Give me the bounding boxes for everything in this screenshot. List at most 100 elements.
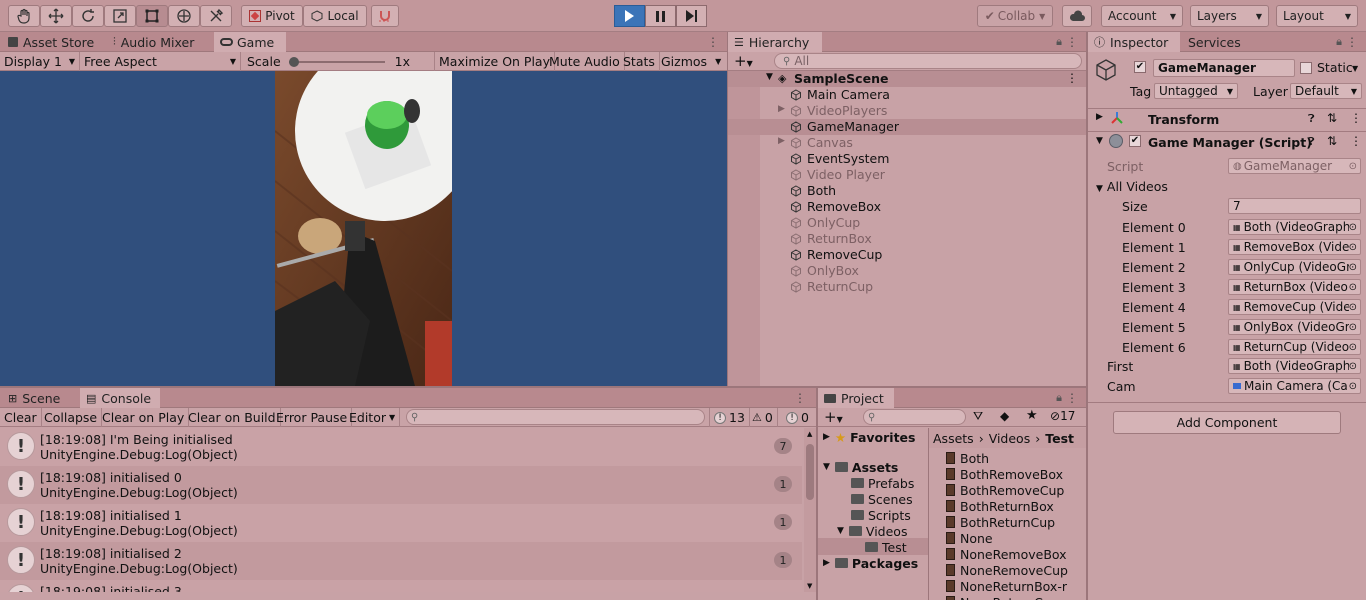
lock-icon[interactable]: 🔒︎ xyxy=(1056,391,1062,405)
folder-videos[interactable]: ▼ Videos xyxy=(837,523,907,539)
rect-tool-icon[interactable] xyxy=(136,5,168,27)
more-menu-icon[interactable]: ⋮ xyxy=(1066,71,1078,85)
script-component-header[interactable]: ▼ ✔ Game Manager (Script) ❓︎ ⇅ ⋮ xyxy=(1088,132,1366,153)
gizmos-dropdown[interactable]: Gizmos ▼ xyxy=(657,52,727,71)
project-file-item[interactable]: NoneReturnBox-r xyxy=(946,578,1067,594)
preset-icon[interactable]: ⇅ xyxy=(1327,111,1337,125)
element-field[interactable]: ▦ Both (VideoGraph ⊙ xyxy=(1228,219,1361,235)
breadcrumb-videos[interactable]: Videos xyxy=(989,431,1031,446)
layers-dropdown[interactable]: Layers ▼ xyxy=(1190,5,1269,27)
tab-console[interactable]: ▤ Console xyxy=(80,388,160,408)
more-menu-icon[interactable]: ⋮ xyxy=(1066,391,1078,405)
account-dropdown[interactable]: Account ▼ xyxy=(1101,5,1183,27)
add-component-button[interactable]: Add Component xyxy=(1113,411,1341,434)
error-pause-toggle[interactable]: Error Pause xyxy=(272,408,353,427)
clear-on-play-toggle[interactable]: Clear on Play xyxy=(98,408,190,427)
project-file-item[interactable]: NoneRemoveBox xyxy=(946,546,1067,562)
chevron-right-icon[interactable]: ▶ xyxy=(778,104,785,114)
project-file-item[interactable]: Both xyxy=(946,450,989,466)
scroll-down-icon[interactable]: ▼ xyxy=(807,582,812,590)
folder-test-selected[interactable]: Test xyxy=(818,538,928,555)
active-checkbox[interactable]: ✔ xyxy=(1134,61,1146,73)
tab-project[interactable]: Project xyxy=(818,388,894,408)
pause-button[interactable] xyxy=(645,5,676,27)
assets-item[interactable]: ▼ Assets xyxy=(823,459,898,475)
help-icon[interactable]: ❓︎ xyxy=(1308,112,1315,126)
editor-dropdown[interactable]: Editor ▼ xyxy=(345,408,401,427)
chevron-down-icon[interactable]: ▼ xyxy=(1352,64,1358,73)
object-picker-icon[interactable]: ⊙ xyxy=(1348,341,1357,353)
scale-tool-icon[interactable] xyxy=(104,5,136,27)
hierarchy-item[interactable]: RemoveBox xyxy=(728,199,1086,215)
help-icon[interactable]: ❓︎ xyxy=(1308,135,1315,149)
label-icon[interactable]: ◆ xyxy=(1000,409,1009,423)
hierarchy-item[interactable]: ▶ Canvas xyxy=(728,135,1086,151)
add-icon[interactable]: +▼ xyxy=(824,408,843,426)
transform-component-header[interactable]: ▶ Transform ❓︎ ⇅ ⋮ xyxy=(1088,109,1366,130)
collapse-toggle[interactable]: Collapse xyxy=(40,408,103,427)
gameobject-name-field[interactable]: GameManager xyxy=(1153,59,1295,77)
hierarchy-item[interactable]: Video Player xyxy=(728,167,1086,183)
element-field[interactable]: ▦ RemoveCup (Vide ⊙ xyxy=(1228,299,1361,315)
static-checkbox[interactable] xyxy=(1300,62,1312,74)
object-picker-icon[interactable]: ⊙ xyxy=(1348,261,1357,273)
more-menu-icon[interactable]: ⋮ xyxy=(1346,35,1358,49)
tab-game[interactable]: Game xyxy=(214,32,286,52)
tab-services[interactable]: Services xyxy=(1182,32,1247,52)
tab-asset-store[interactable]: Asset Store xyxy=(2,32,100,52)
chevron-right-icon[interactable]: ▶ xyxy=(778,136,785,146)
tag-dropdown[interactable]: Untagged ▼ xyxy=(1154,83,1238,99)
more-menu-icon[interactable]: ⋮ xyxy=(707,35,719,49)
game-view[interactable] xyxy=(0,71,727,386)
play-button[interactable] xyxy=(614,5,645,27)
lock-icon[interactable]: 🔒︎ xyxy=(1056,35,1062,49)
favorites-item[interactable]: ▶ ★ Favorites xyxy=(823,429,915,445)
object-picker-icon[interactable]: ⊙ xyxy=(1348,301,1357,313)
project-file-item[interactable]: None xyxy=(946,530,993,546)
element-field[interactable]: ▦ ReturnCup (Video ⊙ xyxy=(1228,339,1361,355)
object-picker-icon[interactable]: ⊙ xyxy=(1348,281,1357,293)
scale-slider[interactable] xyxy=(288,56,385,67)
object-picker-icon[interactable]: ⊙ xyxy=(1348,380,1357,392)
error-count-toggle[interactable]: ! 0 xyxy=(782,408,813,427)
local-button[interactable]: Local xyxy=(303,5,367,27)
warning-count-toggle[interactable]: ⚠ 0 xyxy=(748,408,778,427)
scroll-up-icon[interactable]: ▲ xyxy=(807,430,812,438)
size-field[interactable]: 7 xyxy=(1228,198,1361,214)
folder-scripts[interactable]: Scripts xyxy=(851,507,911,523)
hierarchy-item[interactable]: RemoveCup xyxy=(728,247,1086,263)
custom-tool-icon[interactable] xyxy=(200,5,232,27)
hidden-packages-toggle[interactable]: ⊘ 17 xyxy=(1050,409,1075,423)
console-log-entry[interactable]: ! [18:19:08] initialised 1 UnityEngine.Deb… xyxy=(0,504,802,542)
hierarchy-item[interactable]: ReturnBox xyxy=(728,231,1086,247)
cloud-icon[interactable] xyxy=(1062,5,1092,27)
hierarchy-item[interactable]: ReturnCup xyxy=(728,279,1086,295)
cam-field[interactable]: Main Camera (Ca ⊙ xyxy=(1228,378,1361,394)
object-picker-icon[interactable]: ⊙ xyxy=(1348,360,1357,372)
more-menu-icon[interactable]: ⋮ xyxy=(1066,35,1078,49)
element-field[interactable]: ▦ ReturnBox (Video ⊙ xyxy=(1228,279,1361,295)
hierarchy-item[interactable]: Both xyxy=(728,183,1086,199)
hierarchy-item[interactable]: GameManager xyxy=(728,119,1086,135)
element-field[interactable]: ▦ OnlyCup (VideoGr ⊙ xyxy=(1228,259,1361,275)
breadcrumb-assets[interactable]: Assets xyxy=(933,431,974,446)
collab-dropdown[interactable]: ✔ Collab ▼ xyxy=(977,5,1053,27)
project-file-item[interactable]: BothReturnCup xyxy=(946,514,1055,530)
object-picker-icon[interactable]: ⊙ xyxy=(1348,221,1357,233)
project-file-item[interactable]: BothRemoveCup xyxy=(946,482,1064,498)
log-count-toggle[interactable]: ! 13 xyxy=(709,408,750,427)
object-picker-icon[interactable]: ⊙ xyxy=(1349,161,1357,172)
console-log-entry[interactable]: ! [18:19:08] initialised 2 UnityEngine.Deb… xyxy=(0,542,802,580)
tab-inspector[interactable]: ⓘ Inspector xyxy=(1088,32,1180,52)
clear-on-build-toggle[interactable]: Clear on Build xyxy=(184,408,281,427)
snap-icon[interactable] xyxy=(371,5,399,27)
console-scrollbar[interactable]: ▲ ▼ xyxy=(804,428,816,592)
mute-audio-toggle[interactable]: Mute Audio xyxy=(545,52,625,71)
preset-icon[interactable]: ⇅ xyxy=(1327,134,1337,148)
project-file-item[interactable]: BothReturnBox xyxy=(946,498,1054,514)
project-file-item[interactable]: BothRemoveBox xyxy=(946,466,1063,482)
hierarchy-search-input[interactable]: ⚲ All xyxy=(774,53,1082,69)
all-videos-foldout[interactable]: ▼ All Videos xyxy=(1096,179,1168,194)
hierarchy-item[interactable]: OnlyBox xyxy=(728,263,1086,279)
folder-scenes[interactable]: Scenes xyxy=(851,491,913,507)
